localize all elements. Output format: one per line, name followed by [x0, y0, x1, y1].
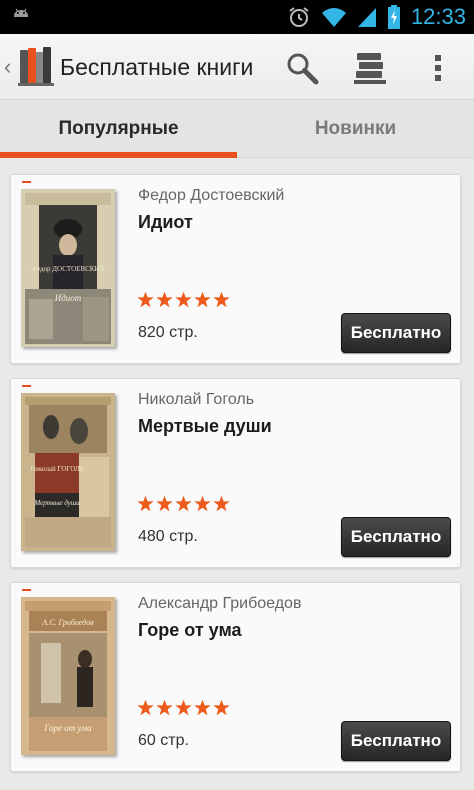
overflow-menu-icon	[435, 55, 441, 81]
book-title: Мертвые души	[138, 416, 272, 436]
star-icon	[156, 699, 173, 716]
rating-stars	[137, 699, 230, 716]
star-icon	[156, 495, 173, 512]
star-icon	[194, 291, 211, 308]
card-corner-marker	[22, 385, 31, 387]
star-icon	[137, 699, 154, 716]
free-download-button[interactable]: Бесплатно	[341, 721, 451, 761]
signal-icon	[357, 8, 376, 27]
cover-title-text: Горе от ума	[43, 723, 92, 733]
star-icon	[175, 291, 192, 308]
book-title: Идиот	[138, 212, 193, 232]
library-icon	[354, 53, 386, 84]
status-bar: 12:33	[0, 0, 474, 34]
card-corner-marker	[22, 181, 31, 183]
page-count: 820 стр.	[138, 324, 198, 341]
star-icon	[175, 495, 192, 512]
tab-popular[interactable]: Популярные	[0, 100, 237, 158]
book-list: Федор ДОСТОЕВСКИЙ Идиот Федор Достоевски…	[0, 160, 474, 790]
cover-author-text: Федор ДОСТОЕВСКИЙ	[31, 265, 104, 273]
wifi-icon	[321, 8, 346, 27]
book-author: Николай Гоголь	[138, 391, 255, 408]
battery-charging-icon	[387, 5, 400, 29]
book-title: Горе от ума	[138, 620, 242, 640]
rating-stars	[137, 291, 230, 308]
book-card-idiot[interactable]: Федор ДОСТОЕВСКИЙ Идиот Федор Достоевски…	[10, 174, 461, 364]
card-corner-marker	[22, 589, 31, 591]
star-icon	[213, 291, 230, 308]
cover-author-text: Николай ГОГОЛЬ	[30, 465, 84, 473]
free-download-button[interactable]: Бесплатно	[341, 517, 451, 557]
book-cover-woe-from-wit: А.С. Грибоедов Горе от ума	[21, 597, 115, 755]
book-author: Федор Достоевский	[138, 187, 285, 204]
book-card-dead-souls[interactable]: Николай ГОГОЛЬ Мертвые души Николай Гого…	[10, 378, 461, 568]
android-icon	[14, 8, 28, 17]
page-count: 60 стр.	[138, 732, 189, 749]
star-icon	[156, 291, 173, 308]
star-icon	[137, 495, 154, 512]
star-icon	[137, 291, 154, 308]
star-icon	[194, 495, 211, 512]
library-button[interactable]	[350, 48, 390, 88]
rating-stars	[137, 495, 230, 512]
app-logo-icon[interactable]	[18, 44, 54, 88]
tab-new[interactable]: Новинки	[237, 100, 474, 157]
star-icon	[194, 699, 211, 716]
search-icon	[287, 53, 319, 85]
book-cover-dead-souls: Николай ГОГОЛЬ Мертвые души	[21, 393, 115, 551]
app-title: Бесплатные книги	[60, 54, 254, 80]
cover-title-text: Мертвые души	[33, 499, 80, 507]
star-icon	[175, 699, 192, 716]
book-author: Александр Грибоедов	[138, 595, 302, 612]
cover-author-text: А.С. Грибоедов	[41, 618, 94, 627]
star-icon	[213, 495, 230, 512]
overflow-menu-button[interactable]	[418, 48, 458, 88]
up-caret-icon[interactable]: ‹	[4, 54, 11, 80]
star-icon	[213, 699, 230, 716]
book-card-woe-from-wit[interactable]: А.С. Грибоедов Горе от ума Александр Гри…	[10, 582, 461, 772]
alarm-icon	[289, 7, 309, 27]
tab-bar: Популярные Новинки	[0, 100, 474, 158]
clock: 12:33	[410, 4, 466, 29]
free-download-button[interactable]: Бесплатно	[341, 313, 451, 353]
page-count: 480 стр.	[138, 528, 198, 545]
cover-title-text: Идиот	[54, 293, 82, 303]
book-cover-idiot: Федор ДОСТОЕВСКИЙ Идиот	[21, 189, 115, 347]
action-bar: ‹ Бесплатные книги	[0, 34, 474, 100]
search-button[interactable]	[282, 48, 322, 88]
